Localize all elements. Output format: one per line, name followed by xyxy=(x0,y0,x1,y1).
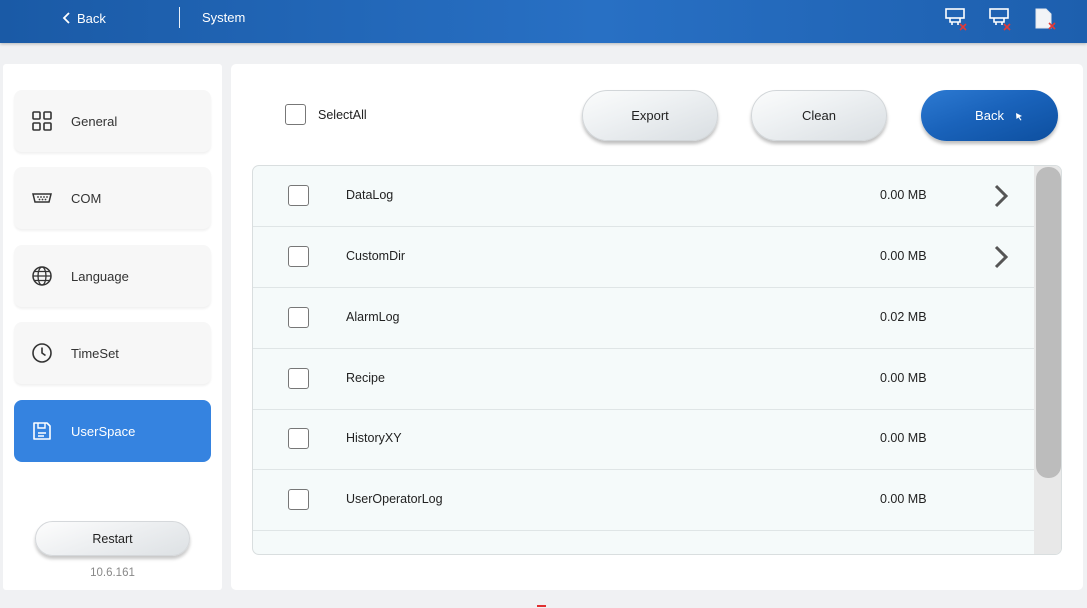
chevron-left-icon xyxy=(62,12,70,24)
sidebar-item-label: UserSpace xyxy=(71,423,136,439)
file-name: AlarmLog xyxy=(346,310,400,324)
file-name: HistoryXY xyxy=(346,431,402,445)
sidebar-item-com[interactable]: COM xyxy=(14,167,211,229)
top-bar: Back System xyxy=(0,0,1087,43)
list-scrollbar[interactable] xyxy=(1034,166,1061,554)
list-item[interactable]: CustomDir 0.00 MB xyxy=(253,227,1034,288)
clean-button[interactable]: Clean xyxy=(751,90,887,141)
file-size: 0.02 MB xyxy=(880,310,927,324)
sidebar-item-userspace[interactable]: UserSpace xyxy=(14,400,211,462)
network-disconnected-icon xyxy=(944,7,968,31)
save-icon xyxy=(30,419,54,443)
grid-icon xyxy=(30,109,54,133)
sd-card-missing-icon xyxy=(1033,7,1057,31)
chevron-right-icon[interactable] xyxy=(991,244,1011,270)
network-disconnected-icon xyxy=(988,7,1012,31)
row-checkbox[interactable] xyxy=(288,428,309,449)
file-size: 0.00 MB xyxy=(880,188,927,202)
file-name: Recipe xyxy=(346,371,385,385)
file-size: 0.00 MB xyxy=(880,249,927,263)
sidebar-item-general[interactable]: General xyxy=(14,90,211,152)
row-checkbox[interactable] xyxy=(288,489,309,510)
sidebar-item-label: TimeSet xyxy=(71,345,119,361)
list-item[interactable]: DataLog 0.00 MB xyxy=(253,166,1034,227)
back-button[interactable]: Back xyxy=(921,90,1058,141)
file-name: CustomDir xyxy=(346,249,406,263)
sidebar-item-language[interactable]: Language xyxy=(14,245,211,307)
header-back-button[interactable]: Back xyxy=(62,9,106,27)
header-divider xyxy=(179,7,180,28)
row-checkbox[interactable] xyxy=(288,246,309,267)
globe-icon xyxy=(30,264,54,288)
list-item[interactable]: Recipe 0.00 MB xyxy=(253,349,1034,410)
cursor-icon xyxy=(1016,113,1022,121)
clock-icon xyxy=(30,341,54,365)
list-item[interactable]: UserOperatorLog 0.00 MB xyxy=(253,470,1034,531)
page-title: System xyxy=(202,10,246,25)
scrollbar-thumb[interactable] xyxy=(1036,167,1061,478)
file-size: 0.00 MB xyxy=(880,492,927,506)
back-button-label: Back xyxy=(975,108,1004,123)
select-all-checkbox[interactable] xyxy=(285,104,306,125)
list-item[interactable]: HistoryXY 0.00 MB xyxy=(253,409,1034,470)
sidebar: General COM Language TimeSet UserSpace R… xyxy=(3,64,222,590)
header-back-label: Back xyxy=(77,10,106,26)
bottom-indicator xyxy=(537,605,546,607)
row-checkbox[interactable] xyxy=(288,307,309,328)
user-space-panel: SelectAll Export Clean Back DataLog 0.00… xyxy=(231,64,1083,590)
chevron-right-icon[interactable] xyxy=(991,183,1011,209)
sidebar-item-label: Language xyxy=(71,268,129,284)
row-checkbox[interactable] xyxy=(288,185,309,206)
select-all-label: SelectAll xyxy=(318,107,367,122)
file-name: DataLog xyxy=(346,188,394,202)
list-item[interactable]: AlarmLog 0.02 MB xyxy=(253,288,1034,349)
file-size: 0.00 MB xyxy=(880,371,927,385)
serial-port-icon xyxy=(30,186,54,210)
version-label: 10.6.161 xyxy=(90,567,135,579)
list-item-partial xyxy=(253,531,1034,554)
select-all-control[interactable]: SelectAll xyxy=(285,104,367,125)
file-list: DataLog 0.00 MB CustomDir 0.00 MB AlarmL… xyxy=(252,165,1062,555)
file-size: 0.00 MB xyxy=(880,431,927,445)
restart-button[interactable]: Restart xyxy=(35,521,190,556)
row-checkbox[interactable] xyxy=(288,368,309,389)
sidebar-item-timeset[interactable]: TimeSet xyxy=(14,322,211,384)
file-name: UserOperatorLog xyxy=(346,492,443,506)
sidebar-item-label: General xyxy=(71,113,118,129)
sidebar-item-label: COM xyxy=(71,190,102,206)
export-button[interactable]: Export xyxy=(582,90,718,141)
